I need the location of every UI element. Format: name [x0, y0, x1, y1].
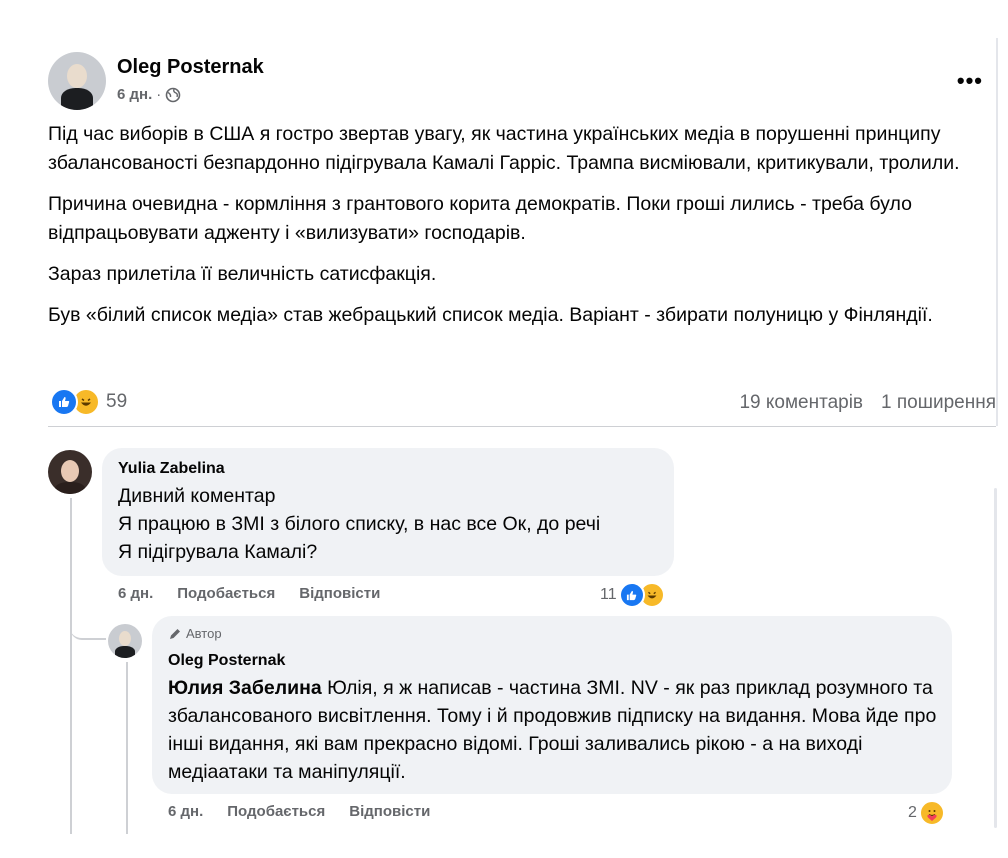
- comment-line: Я працюю в ЗМІ з білого списку, в нас вс…: [118, 513, 601, 535]
- comment-author[interactable]: Yulia Zabelina: [118, 460, 225, 478]
- panel-border: [996, 38, 998, 426]
- globe-icon: [165, 87, 181, 102]
- divider: [48, 426, 996, 427]
- post-reactions[interactable]: 59: [50, 388, 127, 416]
- reply-text: Юлия Забелина Юлія, я ж написав - частин…: [168, 674, 943, 786]
- scrollbar[interactable]: [994, 488, 997, 828]
- more-options-button[interactable]: •••: [957, 68, 983, 94]
- post-reaction-count[interactable]: 59: [106, 391, 127, 413]
- commenter-avatar[interactable]: [48, 450, 92, 494]
- reply-author[interactable]: Oleg Posternak: [168, 652, 285, 670]
- reply-mention[interactable]: Юлия Забелина: [168, 677, 322, 699]
- post-time[interactable]: 6 дн.: [117, 86, 152, 103]
- reply-like-button[interactable]: Подобається: [227, 803, 325, 820]
- comment-like-button[interactable]: Подобається: [177, 585, 275, 602]
- post-meta: 6 дн. ·: [117, 86, 181, 103]
- reply-time[interactable]: 6 дн.: [168, 803, 203, 820]
- comment-time[interactable]: 6 дн.: [118, 585, 153, 602]
- shares-count-link[interactable]: 1 поширення: [881, 392, 996, 414]
- thread-line: [70, 498, 72, 834]
- comment-line: Я підігрувала Камалі?: [118, 541, 318, 563]
- meta-separator: ·: [156, 86, 162, 103]
- reply-thread-line: [126, 662, 128, 834]
- post-author-avatar[interactable]: [48, 52, 106, 110]
- comment-reaction-count: 11: [600, 586, 617, 603]
- author-badge-label: Автор: [186, 626, 222, 641]
- like-icon: [618, 582, 645, 608]
- author-badge: Автор: [168, 626, 222, 641]
- comment-bubble: Yulia Zabelina Дивний коментар Я працюю …: [102, 448, 674, 576]
- comment-reactions[interactable]: 11: [600, 582, 665, 608]
- comments-count-link[interactable]: 19 коментарів: [739, 392, 863, 414]
- comment-actions: 6 дн. Подобається Відповісти: [118, 585, 380, 602]
- reply-bubble: Автор Oleg Posternak Юлия Забелина Юлія,…: [152, 616, 952, 794]
- post-paragraph: Причина очевидна - кормління з грантовог…: [48, 193, 912, 244]
- post-paragraph: Під час виборів в США я гостро звертав у…: [48, 123, 960, 174]
- pen-icon: [170, 628, 180, 639]
- post-stats: 19 коментарів 1 поширення: [739, 392, 996, 414]
- like-icon: [50, 388, 78, 416]
- post-paragraph: Зараз прилетіла її величність сатисфакці…: [48, 263, 437, 285]
- comment-text: Дивний коментар Я працюю в ЗМІ з білого …: [118, 482, 600, 566]
- reply-connector: [70, 600, 106, 640]
- reply-reactions[interactable]: 2: [908, 800, 945, 826]
- post-author-name[interactable]: Oleg Posternak: [117, 56, 264, 79]
- reply-actions: 6 дн. Подобається Відповісти: [168, 803, 430, 820]
- comment-line: Дивний коментар: [118, 485, 276, 507]
- post-body: Під час виборів в США я гостро звертав у…: [48, 120, 978, 342]
- reply-reaction-count: 2: [908, 804, 917, 821]
- comment-reply-button[interactable]: Відповісти: [299, 585, 380, 602]
- reply-reply-button[interactable]: Відповісти: [349, 803, 430, 820]
- care-icon: [918, 800, 945, 826]
- reply-author-avatar[interactable]: [108, 624, 142, 658]
- post-paragraph: Був «білий список медіа» став жебрацький…: [48, 304, 933, 326]
